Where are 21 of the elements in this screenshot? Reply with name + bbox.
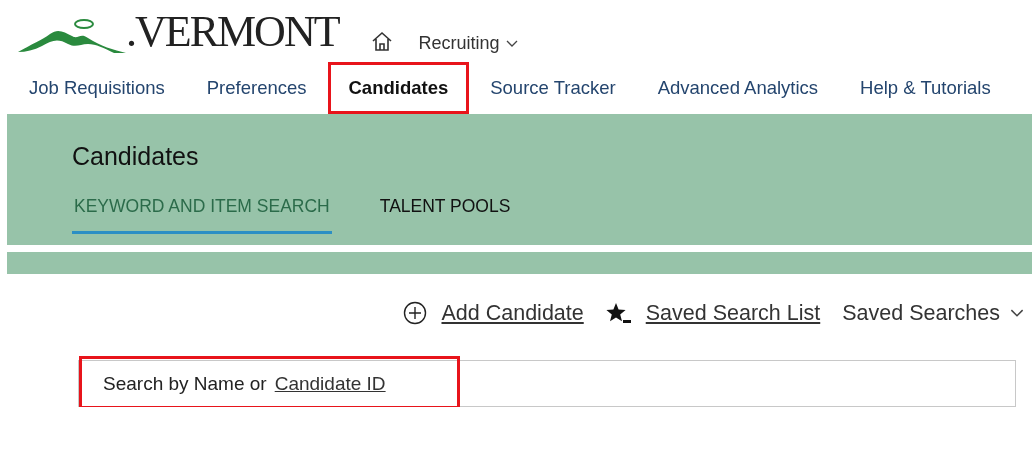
search-label: Search by Name or [103, 372, 267, 395]
candidate-id-link[interactable]: Candidate ID [274, 372, 386, 395]
mountain-logo-icon [18, 18, 126, 54]
star-list-icon [605, 301, 632, 325]
recruiting-menu[interactable]: Recruiting [418, 33, 518, 54]
page-title: Candidates [72, 142, 200, 171]
plus-circle-icon [403, 301, 428, 325]
nav-tab[interactable]: Advanced Analytics [636, 62, 840, 114]
nav-tab[interactable]: Source Tracker [469, 62, 637, 114]
saved-search-list-link[interactable]: Saved Search List [645, 300, 821, 326]
logo-text: .VERMONT [126, 10, 339, 54]
nav-tab[interactable]: Job Requisitions [8, 62, 186, 114]
add-candidate-link[interactable]: Add Candidate [441, 300, 584, 326]
chevron-icon [505, 39, 518, 48]
nav-tab[interactable]: Preferences [185, 62, 328, 114]
subtab[interactable]: TALENT POOLS [377, 195, 513, 234]
nav-tab[interactable]: Candidates [327, 62, 470, 114]
nav-tab[interactable]: Help & Tutorials [839, 62, 1012, 114]
home-icon[interactable] [370, 30, 393, 52]
saved-searches-dropdown[interactable]: Saved Searches [842, 300, 1024, 326]
chevron-icon [1010, 308, 1024, 318]
